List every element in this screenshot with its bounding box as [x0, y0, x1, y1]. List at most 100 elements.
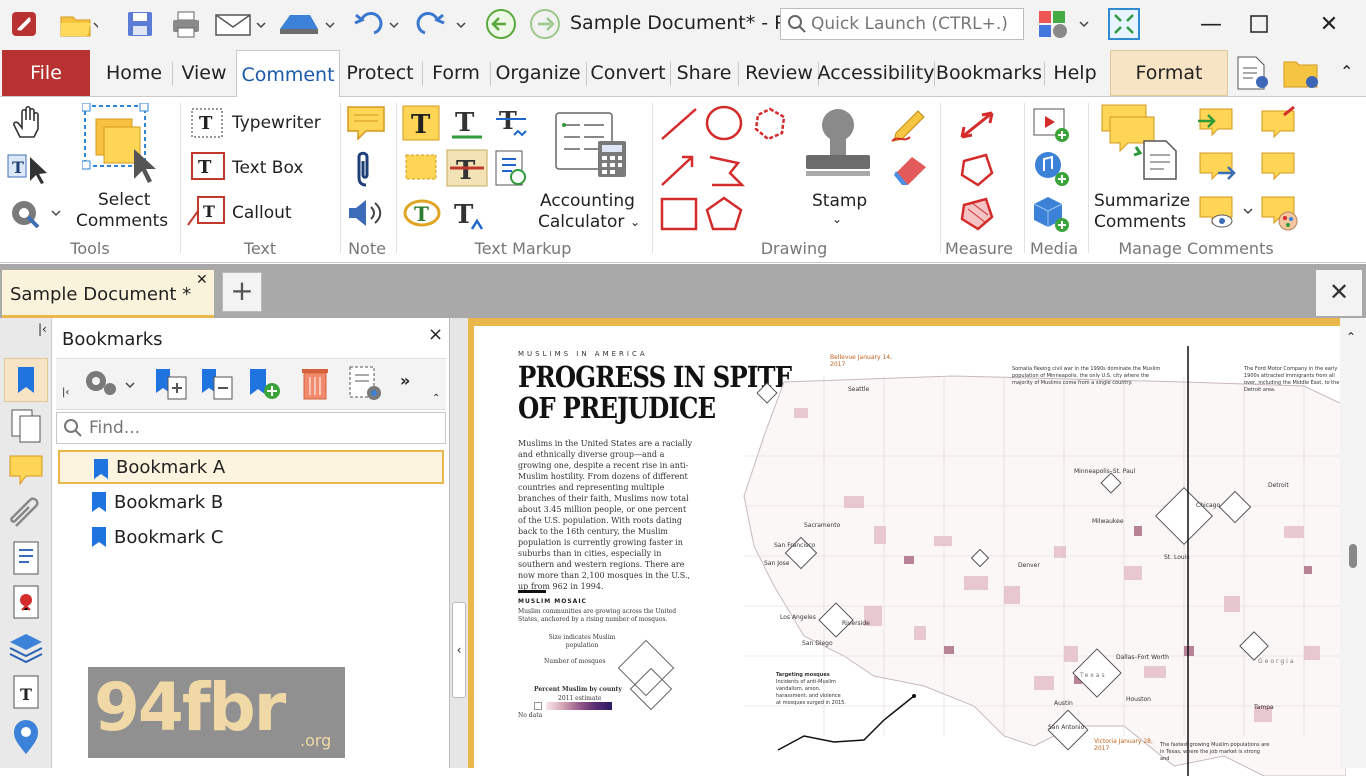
pages-icon[interactable]	[8, 408, 44, 448]
folder-find-icon[interactable]	[1282, 54, 1324, 96]
ellipse-icon[interactable]	[704, 105, 746, 147]
redo-icon[interactable]	[412, 6, 474, 42]
tab-organize[interactable]: Organize	[494, 50, 582, 96]
3d-media-icon[interactable]	[1032, 193, 1072, 237]
select-text-icon[interactable]: T	[6, 149, 48, 189]
sound-icon[interactable]	[346, 197, 386, 233]
polygon-icon[interactable]	[704, 195, 746, 237]
collapse-pane-icon[interactable]: |‹	[38, 322, 47, 336]
bookmark-properties-icon[interactable]	[346, 365, 388, 407]
find-input[interactable]: Find...	[56, 412, 446, 444]
tab-file[interactable]: File	[2, 50, 90, 96]
show-comments-icon[interactable]	[1196, 193, 1258, 237]
strikeout-text-icon[interactable]: T	[446, 149, 488, 191]
comments-pane-icon[interactable]	[8, 452, 44, 492]
select-comments-line1[interactable]: Select	[98, 190, 150, 211]
pencil-icon[interactable]	[888, 105, 930, 147]
email-icon[interactable]	[210, 6, 270, 42]
options-icon[interactable]	[1034, 6, 1096, 42]
callout-icon[interactable]: T	[186, 195, 226, 233]
app-logo-icon[interactable]	[6, 6, 42, 42]
perimeter-icon[interactable]	[958, 151, 998, 193]
video-icon[interactable]	[1032, 105, 1072, 147]
scan-icon[interactable]	[274, 6, 340, 42]
comment-styles-icon[interactable]	[1258, 193, 1300, 237]
open-folder-icon[interactable]	[52, 6, 104, 42]
fullscreen-icon[interactable]	[1104, 6, 1144, 42]
accounting-calculator-icon[interactable]	[554, 111, 630, 183]
tab-help[interactable]: Help	[1046, 50, 1104, 96]
scroll-thumb[interactable]	[1349, 544, 1357, 568]
sticky-note-icon[interactable]	[346, 105, 386, 145]
bookmark-item-b[interactable]: Bookmark B	[58, 485, 444, 519]
content-pane-icon[interactable]	[8, 540, 44, 580]
polyline-icon[interactable]	[704, 151, 746, 193]
add-bookmark-icon[interactable]	[152, 365, 192, 407]
eraser-icon[interactable]	[888, 149, 930, 191]
tab-protect[interactable]: Protect	[344, 50, 416, 96]
flatten-comments-icon[interactable]	[1258, 105, 1298, 145]
accounting-dropdown-icon[interactable]: ⌄	[630, 215, 640, 229]
print-icon[interactable]	[166, 6, 206, 42]
replace-text-icon[interactable]	[494, 149, 530, 193]
toolbar-overflow-icon[interactable]: »	[400, 371, 410, 390]
tab-accessibility[interactable]: Accessibility	[818, 50, 935, 96]
scroll-up-icon[interactable]: ⌃	[1346, 330, 1356, 344]
close-panel-icon[interactable]: ×	[428, 324, 443, 345]
tab-home[interactable]: Home	[100, 50, 168, 96]
tab-form[interactable]: Form	[426, 50, 486, 96]
bookmarks-pane-button[interactable]	[4, 358, 48, 402]
stamp-label[interactable]: Stamp	[812, 191, 867, 212]
highlight-area-icon[interactable]	[402, 151, 440, 189]
attachment-icon[interactable]	[356, 149, 376, 193]
close-button[interactable]: ✕	[1306, 6, 1352, 42]
select-comments-icon[interactable]	[81, 102, 164, 193]
tab-view[interactable]: View	[176, 50, 232, 96]
comment-list-icon[interactable]	[1258, 149, 1298, 189]
document-find-icon[interactable]	[1234, 54, 1274, 96]
bookmark-item-c[interactable]: Bookmark C	[58, 520, 444, 554]
rectangle-icon[interactable]	[658, 195, 700, 237]
back-icon[interactable]	[482, 6, 520, 42]
tab-share[interactable]: Share	[674, 50, 734, 96]
bookmark-item-a[interactable]: Bookmark A	[58, 450, 444, 484]
document-tab[interactable]: Sample Document * ✕	[2, 270, 214, 318]
minimize-button[interactable]: —	[1188, 6, 1234, 42]
arrow-icon[interactable]	[658, 151, 700, 193]
stamp-dropdown-icon[interactable]: ⌄	[832, 212, 842, 226]
distance-icon[interactable]	[958, 107, 998, 147]
tab-comment[interactable]: Comment	[236, 50, 340, 99]
accounting-line2[interactable]: Calculator	[538, 212, 624, 233]
text-box-label[interactable]: Text Box	[232, 158, 303, 179]
close-document-button[interactable]: ✕	[1316, 270, 1362, 316]
panel-splitter[interactable]: ‹	[450, 318, 468, 768]
tools-settings-icon[interactable]	[6, 195, 66, 235]
tab-convert[interactable]: Convert	[590, 50, 666, 96]
quick-launch-input[interactable]: Quick Launch (CTRL+.)	[780, 8, 1024, 40]
new-bookmark-icon[interactable]	[246, 365, 286, 407]
lasso-text-icon[interactable]: T	[402, 195, 442, 235]
accounting-line1[interactable]: Accounting	[540, 191, 635, 212]
stamp-icon[interactable]	[800, 105, 876, 187]
layers-pane-icon[interactable]	[6, 628, 46, 668]
collapse-ribbon-icon[interactable]: ⌃	[1340, 62, 1353, 81]
tab-format[interactable]: Format	[1110, 50, 1228, 96]
tab-review[interactable]: Review	[742, 50, 816, 96]
tab-bookmarks[interactable]: Bookmarks	[936, 50, 1042, 96]
maximize-button[interactable]	[1236, 6, 1282, 42]
squiggly-text-icon[interactable]: T	[494, 105, 532, 145]
collapse-splitter-icon[interactable]: ‹	[452, 602, 466, 698]
text-box-icon[interactable]: T	[190, 151, 226, 185]
destinations-pane-icon[interactable]	[8, 718, 44, 762]
toolbar-collapse-up-icon[interactable]: ⌃	[432, 393, 440, 404]
undo-icon[interactable]	[346, 6, 406, 42]
attachments-pane-icon[interactable]	[8, 496, 44, 536]
delete-bookmark-icon[interactable]	[300, 365, 330, 407]
typewriter-icon[interactable]: T	[190, 107, 226, 143]
line-icon[interactable]	[658, 105, 700, 147]
underline-text-icon[interactable]: T	[448, 105, 486, 145]
import-comments-icon[interactable]	[1196, 105, 1236, 145]
toolbar-collapse-left-icon[interactable]: |‹	[62, 387, 69, 398]
close-tab-icon[interactable]: ✕	[196, 272, 208, 288]
hand-icon[interactable]	[10, 105, 46, 145]
